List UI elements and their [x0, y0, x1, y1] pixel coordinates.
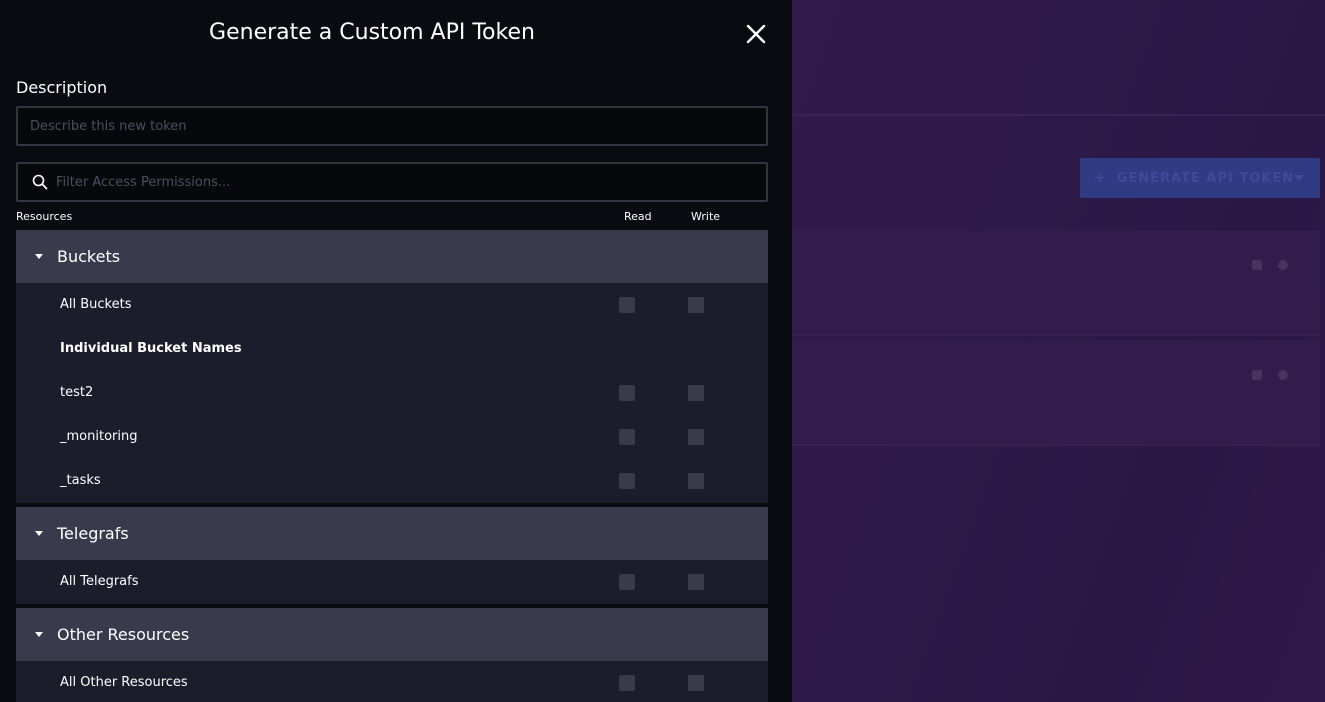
bucket-write-checkbox[interactable]	[688, 385, 704, 401]
caret-down-icon	[35, 531, 43, 536]
generate-api-token-button: + GENERATE API TOKEN	[1080, 158, 1320, 198]
filter-field-wrapper	[16, 162, 768, 202]
gear-icon	[1278, 260, 1288, 270]
trash-icon	[1252, 260, 1262, 270]
buckets-section-body: All Buckets Individual Bucket Names test…	[16, 283, 768, 503]
all-buckets-write-checkbox[interactable]	[688, 297, 704, 313]
read-column-header: Read	[624, 210, 652, 223]
bucket-read-checkbox[interactable]	[619, 385, 635, 401]
generate-api-token-label: GENERATE API TOKEN	[1116, 170, 1295, 186]
bucket-read-checkbox[interactable]	[619, 429, 635, 445]
all-buckets-row: All Buckets	[16, 283, 768, 327]
all-other-resources-label: All Other Resources	[60, 675, 188, 690]
individual-bucket-names-label: Individual Bucket Names	[60, 341, 242, 356]
bucket-name-label: test2	[60, 385, 94, 400]
background-divider	[792, 114, 1325, 116]
close-icon[interactable]	[744, 22, 768, 46]
all-other-resources-read-checkbox[interactable]	[619, 675, 635, 691]
all-telegrafs-label: All Telegrafs	[60, 574, 139, 589]
bucket-write-checkbox[interactable]	[688, 429, 704, 445]
bucket-name-label: _tasks	[60, 473, 101, 488]
caret-down-icon	[35, 632, 43, 637]
gear-icon	[1278, 370, 1288, 380]
write-column-header: Write	[691, 210, 721, 223]
caret-down-icon	[1294, 175, 1304, 181]
all-buckets-read-checkbox[interactable]	[619, 297, 635, 313]
telegrafs-section-body: All Telegrafs	[16, 560, 768, 604]
individual-buckets-row: Individual Bucket Names	[16, 327, 768, 371]
background-page: + GENERATE API TOKEN	[792, 0, 1325, 702]
description-label: Description	[16, 78, 108, 97]
trash-icon	[1252, 370, 1262, 380]
bucket-row: test2	[16, 371, 768, 415]
all-telegrafs-write-checkbox[interactable]	[688, 574, 704, 590]
other-resources-section-body: All Other Resources	[16, 661, 768, 702]
filter-permissions-input[interactable]	[48, 164, 766, 200]
buckets-section-title: Buckets	[57, 247, 121, 266]
telegrafs-section-title: Telegrafs	[57, 524, 129, 543]
generate-token-overlay: Generate a Custom API Token Description …	[0, 0, 792, 702]
all-buckets-label: All Buckets	[60, 297, 132, 312]
bucket-row: _monitoring	[16, 415, 768, 459]
all-other-resources-row: All Other Resources	[16, 661, 768, 702]
all-telegrafs-row: All Telegrafs	[16, 560, 768, 604]
caret-down-icon	[35, 254, 43, 259]
all-other-resources-write-checkbox[interactable]	[688, 675, 704, 691]
other-resources-section-header[interactable]: Other Resources	[16, 608, 768, 661]
buckets-section-header[interactable]: Buckets	[16, 230, 768, 283]
bucket-name-label: _monitoring	[60, 429, 138, 444]
token-card	[792, 230, 1320, 336]
telegrafs-section-header[interactable]: Telegrafs	[16, 507, 768, 560]
bucket-read-checkbox[interactable]	[619, 473, 635, 489]
other-resources-section-title: Other Resources	[57, 625, 190, 644]
all-telegrafs-read-checkbox[interactable]	[619, 574, 635, 590]
token-card	[792, 340, 1320, 446]
plus-icon: +	[1094, 170, 1107, 186]
description-field-wrapper	[16, 106, 768, 146]
bucket-write-checkbox[interactable]	[688, 473, 704, 489]
description-input[interactable]	[18, 108, 766, 144]
bucket-row: _tasks	[16, 459, 768, 503]
resources-column-header: Resources	[16, 210, 73, 223]
overlay-title: Generate a Custom API Token	[209, 20, 535, 45]
search-icon	[32, 174, 48, 190]
